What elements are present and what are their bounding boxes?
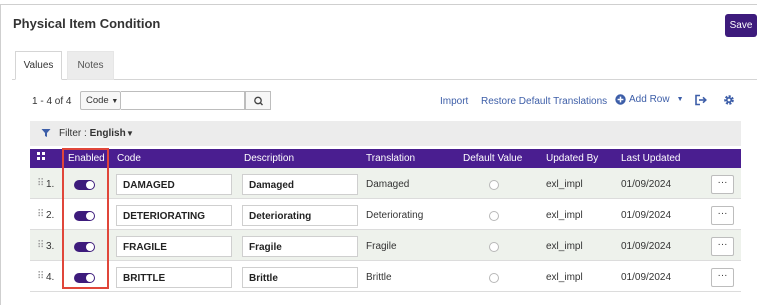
row-actions-button[interactable]: ··· (711, 206, 734, 225)
row-actions-button[interactable]: ··· (711, 268, 734, 287)
funnel-icon (41, 129, 51, 137)
gear-icon (724, 95, 734, 105)
code-field[interactable]: BRITTLE (116, 267, 232, 288)
row-number: 2. (46, 210, 55, 221)
column-header-last-updated[interactable]: Last Updated (621, 153, 681, 164)
translation-cell: Fragile (366, 241, 397, 252)
import-link[interactable]: Import (440, 96, 468, 107)
tab-divider (12, 79, 757, 80)
tab-notes[interactable]: Notes (67, 51, 114, 80)
filter-label[interactable]: Filter : English (59, 128, 126, 139)
page-title: Physical Item Condition (13, 16, 161, 31)
tab-values[interactable]: Values (15, 51, 62, 80)
row-number: 4. (46, 272, 55, 283)
add-row-label: Add Row (629, 94, 670, 105)
column-chooser[interactable] (37, 152, 46, 164)
filter-value: English (89, 128, 126, 139)
updated-by-cell: exl_impl (546, 210, 583, 221)
row-number: 3. (46, 241, 55, 252)
drag-handle-icon[interactable]: ⠿ (37, 178, 44, 189)
row-actions-button[interactable]: ··· (711, 175, 734, 194)
default-value-radio[interactable] (489, 180, 499, 190)
description-field[interactable]: Damaged (242, 174, 358, 195)
description-field[interactable]: Brittle (242, 267, 358, 288)
last-updated-cell: 01/09/2024 (621, 241, 672, 252)
result-count: 1 - 4 of 4 (32, 96, 72, 107)
caret-down-icon: ▼ (676, 96, 684, 103)
search-button[interactable] (245, 91, 271, 110)
search-icon (254, 96, 263, 106)
updated-by-cell: exl_impl (546, 272, 583, 283)
search-input[interactable] (121, 91, 245, 110)
translation-cell: Brittle (366, 272, 392, 283)
default-value-radio[interactable] (489, 242, 499, 252)
last-updated-cell: 01/09/2024 (621, 272, 672, 283)
filter-button[interactable] (41, 128, 51, 141)
restore-default-translations-link[interactable]: Restore Default Translations (481, 96, 607, 107)
add-row-button[interactable]: Add Row ▼ (615, 94, 684, 105)
code-field-select[interactable]: Code ▼ (80, 91, 121, 110)
default-value-radio[interactable] (489, 211, 499, 221)
code-select-label: Code (86, 95, 109, 106)
column-header-translation[interactable]: Translation (366, 153, 415, 164)
chevron-down-icon[interactable]: ▼ (126, 129, 134, 138)
save-button[interactable]: Save (725, 14, 757, 37)
column-header-code[interactable]: Code (117, 153, 141, 164)
description-field[interactable]: Deteriorating (242, 205, 358, 226)
plus-circle-icon (615, 94, 626, 105)
code-field[interactable]: DAMAGED (116, 174, 232, 195)
column-header-updated-by[interactable]: Updated By (546, 153, 598, 164)
column-header-description[interactable]: Description (244, 153, 294, 164)
column-header-default-value[interactable]: Default Value (463, 153, 522, 164)
filter-prefix: Filter : (59, 128, 87, 139)
updated-by-cell: exl_impl (546, 241, 583, 252)
code-field[interactable]: FRAGILE (116, 236, 232, 257)
updated-by-cell: exl_impl (546, 179, 583, 190)
code-field[interactable]: DETERIORATING (116, 205, 232, 226)
grid-icon (37, 152, 45, 160)
settings-button[interactable] (723, 94, 735, 109)
enabled-column-highlight (62, 148, 109, 289)
default-value-radio[interactable] (489, 273, 499, 283)
last-updated-cell: 01/09/2024 (621, 210, 672, 221)
export-icon (695, 94, 707, 106)
drag-handle-icon[interactable]: ⠿ (37, 271, 44, 282)
last-updated-cell: 01/09/2024 (621, 179, 672, 190)
caret-down-icon: ▼ (111, 98, 119, 105)
drag-handle-icon[interactable]: ⠿ (37, 209, 44, 220)
translation-cell: Damaged (366, 179, 410, 190)
description-field[interactable]: Fragile (242, 236, 358, 257)
translation-cell: Deteriorating (366, 210, 424, 221)
row-actions-button[interactable]: ··· (711, 237, 734, 256)
row-number: 1. (46, 179, 55, 190)
drag-handle-icon[interactable]: ⠿ (37, 240, 44, 251)
export-button[interactable] (694, 94, 707, 109)
filter-bar (30, 121, 741, 146)
